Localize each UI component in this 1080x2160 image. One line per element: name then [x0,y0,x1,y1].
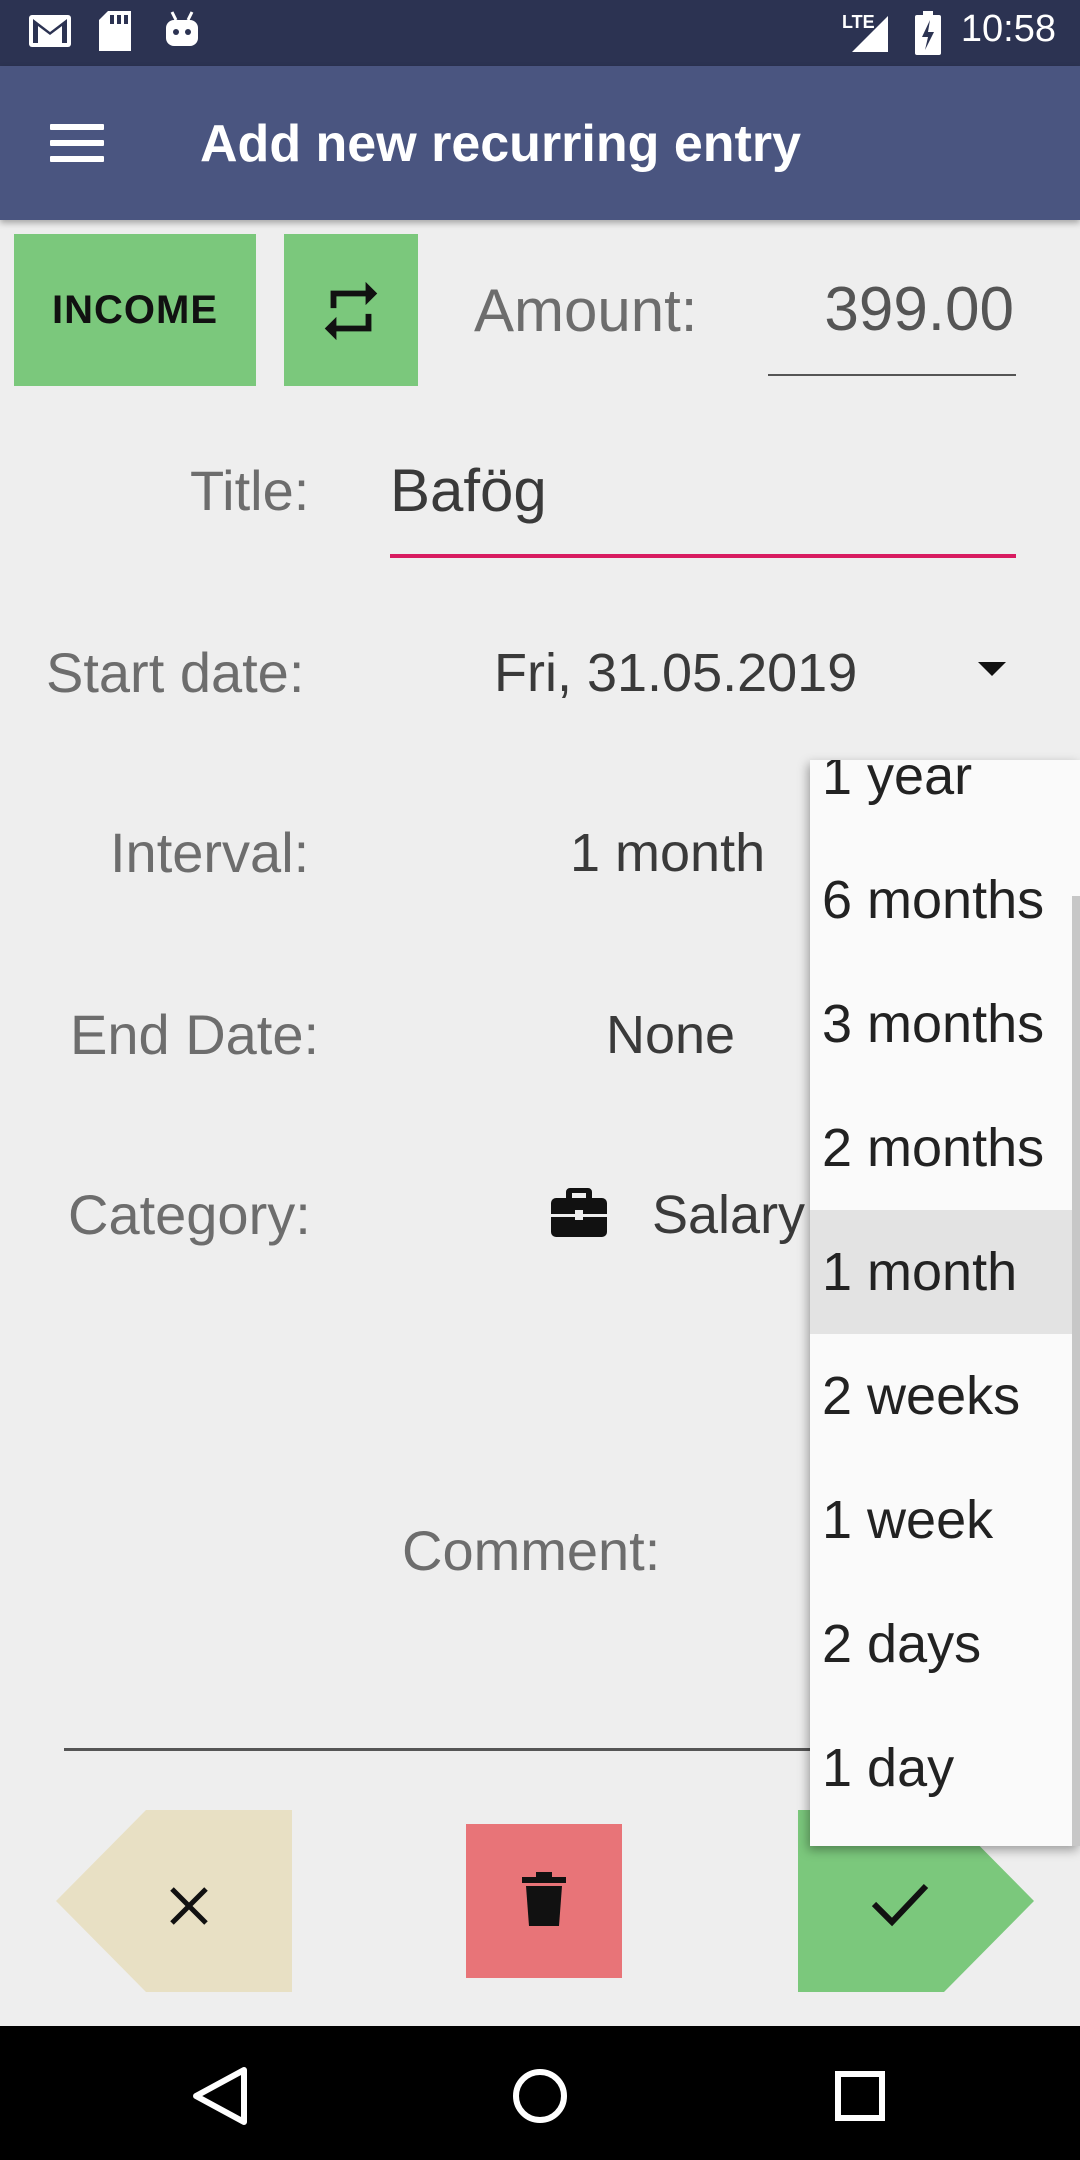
sd-card-icon [99,11,131,51]
back-icon[interactable] [180,2056,260,2136]
interval-label: Interval: [110,821,310,884]
dropdown-arrow-icon[interactable] [978,662,1006,676]
cancel-button[interactable] [56,1810,292,1992]
interval-value[interactable]: 1 month [570,822,765,884]
signal-icon [852,16,888,52]
repeat-button[interactable] [284,234,418,386]
gmail-icon [29,15,71,47]
interval-option-1-week[interactable]: 1 week [810,1458,1080,1582]
category-label: Category: [68,1183,311,1246]
home-icon[interactable] [500,2056,580,2136]
app-bar: Add new recurring entry [0,66,1080,220]
repeat-icon [324,281,378,341]
interval-dropdown[interactable]: 1 year 6 months 3 months 2 months 1 mont… [810,760,1080,1846]
menu-button[interactable] [36,110,120,176]
page-title: Add new recurring entry [200,115,801,173]
amount-underline [768,374,1016,376]
interval-option-2-months[interactable]: 2 months [810,1086,1080,1210]
interval-option-2-days[interactable]: 2 days [810,1582,1080,1706]
trash-icon [522,1872,566,1926]
title-input[interactable]: Bafög [390,456,547,525]
end-date-label: End Date: [70,1003,320,1066]
start-date-label: Start date: [46,641,305,704]
screen: LTE 10:58 Add new recurring entry INCOME… [0,0,1080,2160]
status-bar: LTE 10:58 [0,0,1080,66]
start-date-value[interactable]: Fri, 31.05.2019 [494,642,857,704]
category-value[interactable]: Salary [652,1184,805,1246]
delete-button[interactable] [466,1824,622,1978]
income-toggle-button[interactable]: INCOME [14,234,256,386]
recents-icon[interactable] [820,2056,900,2136]
interval-option-1-month[interactable]: 1 month [810,1210,1080,1334]
interval-option-1-day[interactable]: 1 day [810,1706,1080,1830]
title-label: Title: [190,459,310,522]
interval-option-2-weeks[interactable]: 2 weeks [810,1334,1080,1458]
interval-option-3-months[interactable]: 3 months [810,962,1080,1086]
title-underline [390,554,1016,558]
amount-input[interactable]: 399.00 [768,274,1014,345]
battery-charging-icon [915,11,941,55]
nav-bar [0,2026,1080,2160]
amount-label: Amount: [474,277,698,344]
end-date-value[interactable]: None [606,1004,735,1066]
interval-option-6-months[interactable]: 6 months [810,838,1080,962]
clock: 10:58 [960,8,1056,50]
interval-option-1-year[interactable]: 1 year [810,760,1080,838]
android-icon [166,11,198,46]
cancel-shape [56,1810,292,1992]
comment-label: Comment: [402,1519,661,1582]
briefcase-icon [551,1188,607,1237]
dropdown-scrollbar[interactable] [1072,896,1080,1846]
